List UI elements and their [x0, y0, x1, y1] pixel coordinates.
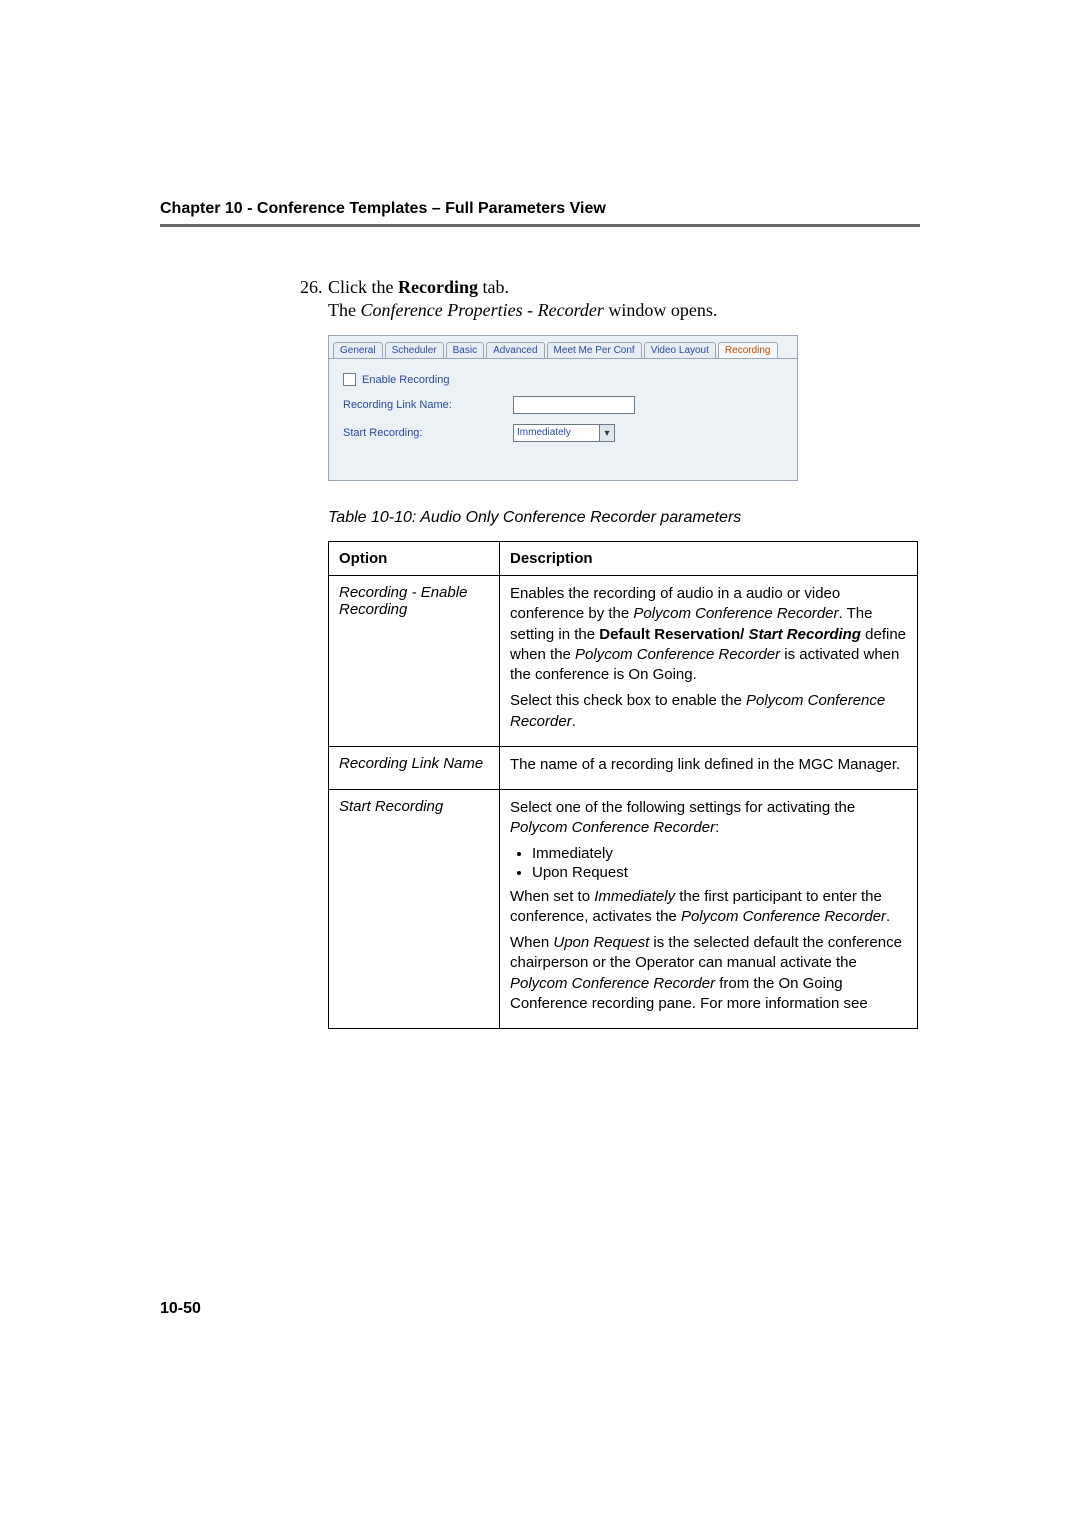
- dialog-body: Enable Recording Recording Link Name: St…: [329, 358, 797, 480]
- start-recording-label: Start Recording:: [343, 427, 513, 439]
- tab-meet-me[interactable]: Meet Me Per Conf: [547, 342, 642, 358]
- description-cell: Enables the recording of audio in a audi…: [500, 576, 918, 747]
- step-line: 26.Click the Recording tab.: [300, 277, 920, 298]
- open-line: The Conference Properties - Recorder win…: [328, 300, 920, 321]
- page-number: 10-50: [160, 1300, 201, 1318]
- start-recording-row: Start Recording: Immediately ▾: [343, 424, 783, 442]
- enable-recording-row: Enable Recording: [343, 373, 783, 386]
- table-row: Recording Link Name The name of a record…: [329, 746, 918, 789]
- table-row: Start Recording Select one of the follow…: [329, 790, 918, 1029]
- step-text-bold: Recording: [398, 277, 478, 297]
- start-recording-dropdown[interactable]: Immediately ▾: [513, 424, 615, 442]
- open-italic: Conference Properties - Recorder: [360, 300, 603, 320]
- chevron-down-icon: ▾: [599, 425, 614, 441]
- enable-recording-checkbox[interactable]: [343, 373, 356, 386]
- table-caption: Table 10-10: Audio Only Conference Recor…: [328, 509, 920, 527]
- tab-general[interactable]: General: [333, 342, 383, 358]
- tab-advanced[interactable]: Advanced: [486, 342, 544, 358]
- tab-basic[interactable]: Basic: [446, 342, 484, 358]
- option-cell: Start Recording: [329, 790, 500, 1029]
- link-name-input[interactable]: [513, 396, 635, 414]
- parameter-table: Option Description Recording - Enable Re…: [328, 541, 918, 1029]
- option-cell: Recording Link Name: [329, 746, 500, 789]
- recorder-dialog: General Scheduler Basic Advanced Meet Me…: [328, 335, 798, 481]
- description-cell: Select one of the following settings for…: [500, 790, 918, 1029]
- list-item: Immediately: [532, 845, 907, 862]
- th-description: Description: [500, 542, 918, 576]
- open-post: window opens.: [604, 300, 718, 320]
- link-name-label: Recording Link Name:: [343, 399, 513, 411]
- body-column: 26.Click the Recording tab. The Conferen…: [300, 277, 920, 1029]
- tab-video-layout[interactable]: Video Layout: [644, 342, 716, 358]
- list-item: Upon Request: [532, 864, 907, 881]
- step-number: 26.: [300, 277, 328, 298]
- dialog-tabrow: General Scheduler Basic Advanced Meet Me…: [329, 336, 797, 358]
- open-pre: The: [328, 300, 360, 320]
- table-row: Recording - Enable Recording Enables the…: [329, 576, 918, 747]
- option-cell: Recording - Enable Recording: [329, 576, 500, 747]
- header-rule: [160, 224, 920, 227]
- table-header-row: Option Description: [329, 542, 918, 576]
- enable-recording-label: Enable Recording: [362, 374, 449, 386]
- tab-recording[interactable]: Recording: [718, 342, 778, 358]
- bullet-list: Immediately Upon Request: [532, 845, 907, 881]
- start-recording-value: Immediately: [514, 425, 599, 441]
- description-cell: The name of a recording link defined in …: [500, 746, 918, 789]
- link-name-row: Recording Link Name:: [343, 396, 783, 414]
- th-option: Option: [329, 542, 500, 576]
- step-text-suffix: tab.: [478, 277, 509, 297]
- page: Chapter 10 - Conference Templates – Full…: [0, 0, 1080, 1528]
- chapter-header: Chapter 10 - Conference Templates – Full…: [160, 200, 920, 218]
- tab-scheduler[interactable]: Scheduler: [385, 342, 444, 358]
- step-text-prefix: Click the: [328, 277, 398, 297]
